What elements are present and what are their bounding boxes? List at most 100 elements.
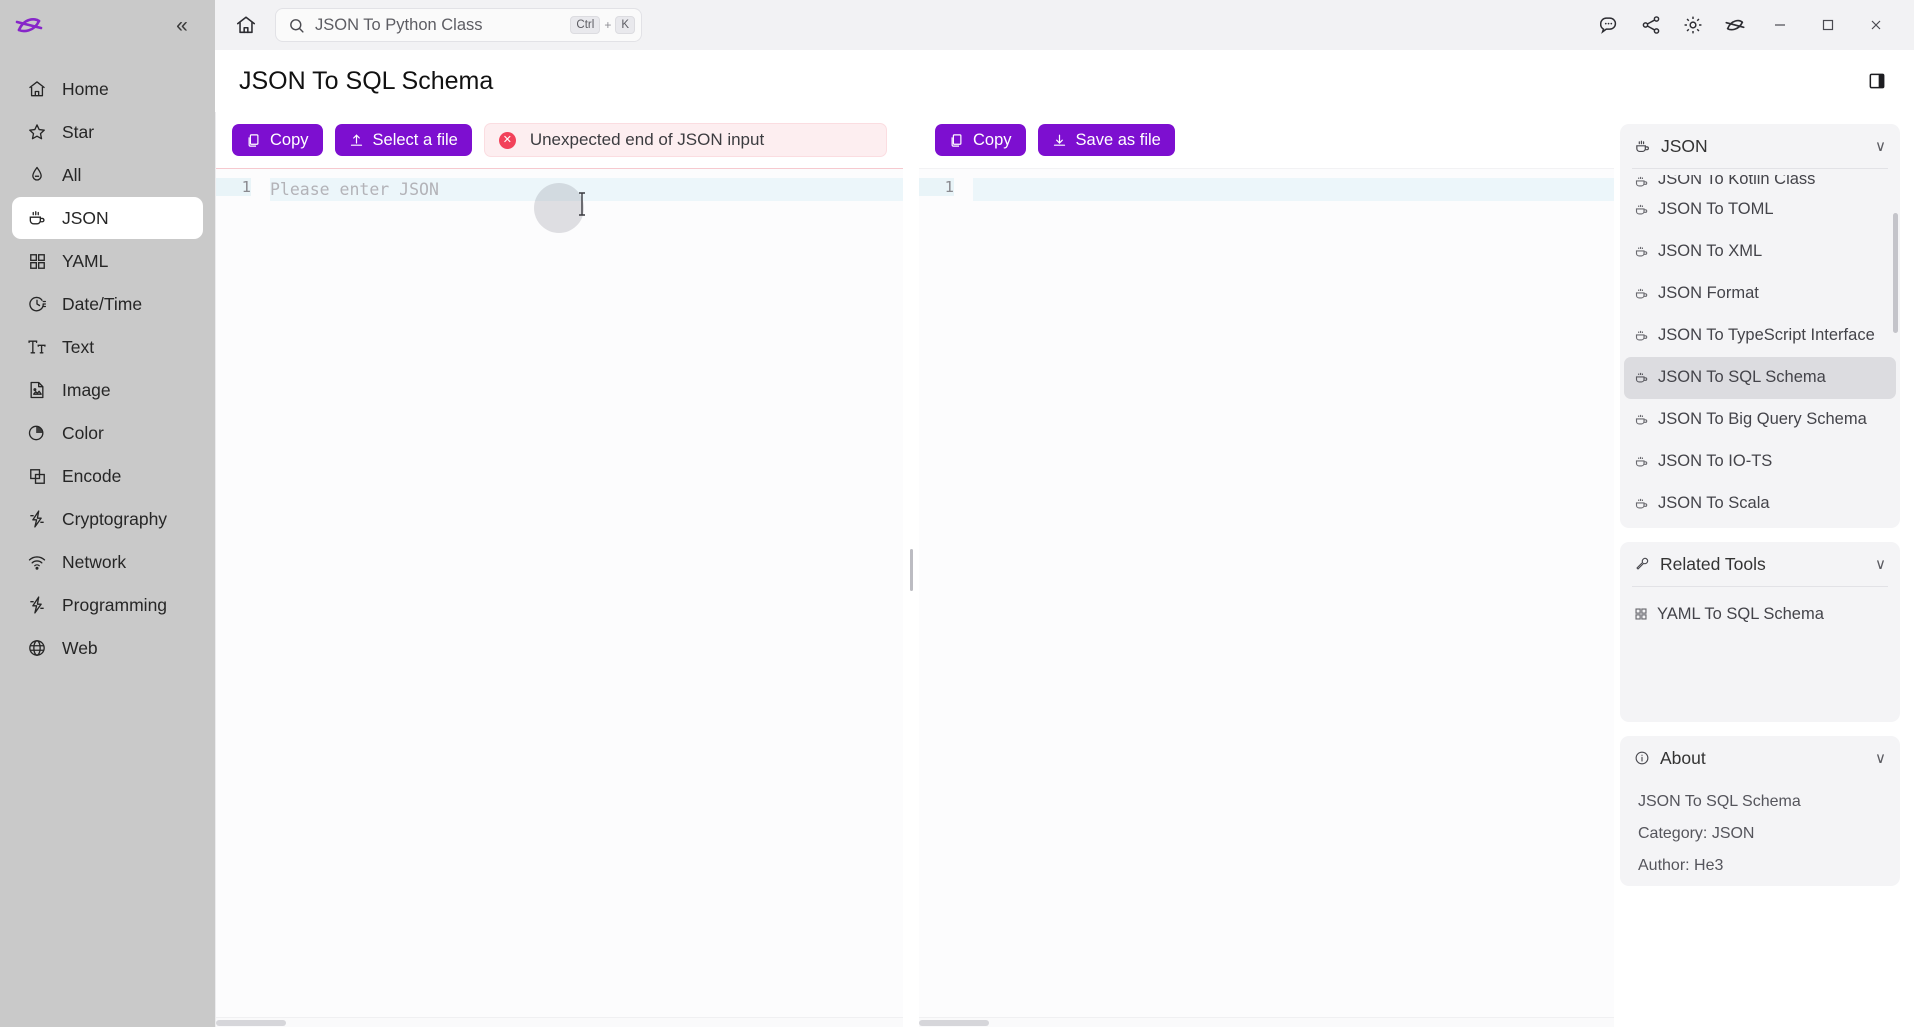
right-panel: JSON ∨ JSON To Kotlin Class JSON To TOML…	[1614, 112, 1914, 1027]
kbd-k: K	[615, 15, 635, 35]
related-tools-card: Related Tools ∨ YAML To SQL Schema	[1620, 542, 1900, 722]
gear-icon[interactable]	[1672, 0, 1714, 50]
sidebar-item-cryptography[interactable]: Cryptography	[12, 498, 203, 540]
list-item[interactable]: JSON Format	[1624, 273, 1896, 315]
tools-card-header[interactable]: JSON ∨	[1620, 124, 1900, 168]
window-close-button[interactable]	[1852, 0, 1900, 50]
kbd-ctrl: Ctrl	[570, 15, 601, 35]
image-icon	[26, 379, 48, 401]
star-icon	[26, 121, 48, 143]
globe-icon	[26, 637, 48, 659]
related-tools-list[interactable]: YAML To SQL Schema	[1620, 587, 1900, 643]
tools-card: JSON ∨ JSON To Kotlin Class JSON To TOML…	[1620, 124, 1900, 528]
collapse-sidebar-button[interactable]: «	[167, 15, 197, 36]
json-cup-icon	[1634, 328, 1649, 343]
chevron-down-icon[interactable]: ∨	[1875, 555, 1886, 573]
output-code-lines[interactable]	[963, 169, 1614, 1017]
select-file-button[interactable]: Select a file	[334, 124, 472, 156]
list-item[interactable]: JSON To XML	[1624, 231, 1896, 273]
select-file-label: Select a file	[372, 130, 458, 149]
bolt-icon	[26, 594, 48, 616]
copy-output-button[interactable]: Copy	[935, 124, 1026, 156]
line-number: 1	[919, 178, 954, 196]
json-cup-icon	[26, 207, 48, 229]
page-title: JSON To SQL Schema	[239, 66, 494, 95]
search-shortcut: Ctrl + K	[570, 15, 635, 35]
json-cup-icon	[1634, 496, 1649, 511]
copy-input-button[interactable]: Copy	[232, 124, 323, 156]
splitter-grip[interactable]	[909, 548, 913, 591]
json-cup-icon	[1634, 412, 1649, 427]
titlebar-left-region: «	[0, 0, 215, 50]
main-content: JSON To SQL Schema Copy Select a file ✕ …	[215, 50, 1914, 1027]
scrollbar-thumb[interactable]	[216, 1020, 286, 1026]
home-icon[interactable]	[229, 8, 263, 42]
list-item[interactable]: JSON To TypeScript Interface	[1624, 315, 1896, 357]
about-header[interactable]: About ∨	[1620, 736, 1900, 780]
error-message: Unexpected end of JSON input	[529, 130, 765, 149]
chat-icon[interactable]	[1588, 0, 1630, 50]
chevron-down-icon[interactable]: ∨	[1875, 749, 1886, 767]
sidebar-item-color[interactable]: Color	[12, 412, 203, 454]
panel-right-icon[interactable]	[1862, 66, 1892, 96]
about-title: About	[1660, 747, 1706, 768]
share-icon[interactable]	[1630, 0, 1672, 50]
sidebar-item-label: Date/Time	[62, 293, 143, 314]
list-item-selected[interactable]: JSON To SQL Schema	[1624, 356, 1896, 399]
search-input[interactable]: JSON To Python Class Ctrl + K	[275, 8, 642, 42]
sidebar-item-image[interactable]: Image	[12, 369, 203, 411]
list-item-label: JSON To IO-TS	[1658, 452, 1773, 471]
sidebar-item-text[interactable]: Text	[12, 326, 203, 368]
sidebar-item-network[interactable]: Network	[12, 541, 203, 583]
sidebar-item-all[interactable]: All	[12, 154, 203, 196]
sidebar-item-star[interactable]: Star	[12, 111, 203, 153]
sidebar-item-programming[interactable]: Programming	[12, 584, 203, 626]
chevron-down-icon[interactable]: ∨	[1875, 137, 1886, 155]
sidebar: Home Star All JSON YAML Date/Time Text I…	[0, 50, 215, 1027]
output-code-body[interactable]: 1	[919, 169, 1614, 1017]
sidebar-item-label: Web	[62, 637, 98, 658]
input-code-lines[interactable]: Please enter JSON	[260, 169, 903, 1017]
list-item-label: YAML To SQL Schema	[1657, 604, 1824, 623]
list-item[interactable]: JSON To Scala	[1624, 483, 1896, 525]
sidebar-item-datetime[interactable]: Date/Time	[12, 283, 203, 325]
json-cup-icon	[1634, 202, 1649, 217]
output-horizontal-scrollbar[interactable]	[919, 1017, 1614, 1027]
list-item[interactable]: YAML To SQL Schema	[1624, 593, 1896, 635]
sidebar-item-encode[interactable]: Encode	[12, 455, 203, 497]
list-item-label: JSON Format	[1658, 284, 1759, 303]
logo-icon[interactable]	[1714, 0, 1756, 50]
json-cup-icon	[1634, 286, 1649, 301]
list-item[interactable]: JSON To TOML	[1624, 189, 1896, 231]
sidebar-item-yaml[interactable]: YAML	[12, 240, 203, 282]
save-as-file-label: Save as file	[1075, 130, 1161, 149]
list-item[interactable]: JSON To Sarcastic	[1624, 525, 1896, 528]
copy-input-label: Copy	[270, 130, 309, 149]
list-item[interactable]: JSON To Kotlin Class	[1624, 175, 1896, 189]
input-code-body[interactable]: 1 Please enter JSON	[216, 169, 903, 1017]
tools-list[interactable]: JSON To Kotlin Class JSON To TOML JSON T…	[1620, 169, 1900, 528]
sidebar-item-home[interactable]: Home	[12, 68, 203, 110]
sidebar-item-web[interactable]: Web	[12, 627, 203, 669]
clock-icon	[26, 293, 48, 315]
window-minimize-button[interactable]	[1756, 0, 1804, 50]
output-editor[interactable]: 1	[919, 168, 1614, 1027]
input-editor[interactable]: 1 Please enter JSON	[216, 168, 903, 1027]
input-horizontal-scrollbar[interactable]	[216, 1017, 903, 1027]
list-item[interactable]: JSON To Big Query Schema	[1624, 399, 1896, 441]
pane-splitter[interactable]	[903, 112, 919, 1027]
editor-split: Copy Select a file ✕ Unexpected end of J…	[215, 112, 1614, 1027]
about-tool-name: JSON To SQL Schema	[1638, 793, 1801, 810]
list-item-label: JSON To SQL Schema	[1658, 368, 1826, 387]
sidebar-item-json[interactable]: JSON	[12, 197, 203, 239]
save-as-file-button[interactable]: Save as file	[1037, 124, 1175, 156]
tools-list-scrollbar[interactable]	[1893, 212, 1898, 333]
related-tools-header[interactable]: Related Tools ∨	[1620, 542, 1900, 586]
workspace: Copy Select a file ✕ Unexpected end of J…	[215, 112, 1914, 1027]
scrollbar-thumb[interactable]	[919, 1020, 989, 1026]
sidebar-item-label: Image	[62, 379, 111, 400]
copy-icon	[949, 133, 964, 148]
list-item-label: JSON To Kotlin Class	[1658, 174, 1816, 188]
list-item[interactable]: JSON To IO-TS	[1624, 441, 1896, 483]
window-maximize-button[interactable]	[1804, 0, 1852, 50]
